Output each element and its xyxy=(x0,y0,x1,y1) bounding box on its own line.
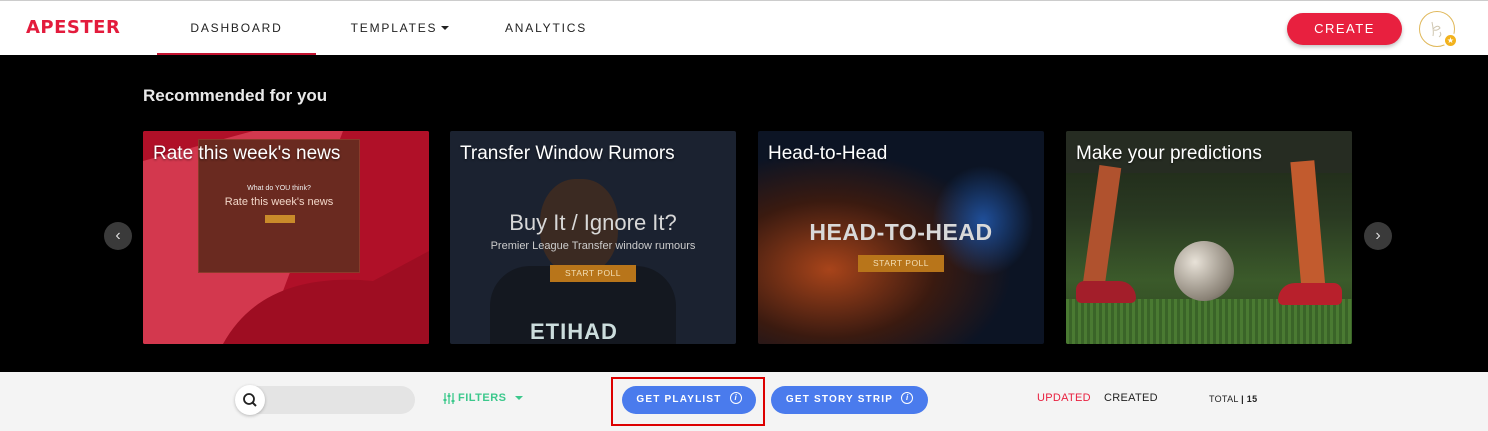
chevron-down-icon xyxy=(441,25,450,30)
nav-dashboard-label: DASHBOARD xyxy=(190,21,283,35)
start-poll-button: START POLL xyxy=(550,265,636,282)
nav-templates-label: TEMPLATES xyxy=(350,21,438,35)
nav-analytics[interactable]: ANALYTICS xyxy=(490,1,602,56)
total-label: TOTAL xyxy=(1209,394,1239,404)
boot-left xyxy=(1076,281,1136,303)
sort-updated-tab[interactable]: UPDATED xyxy=(1037,392,1091,404)
info-icon: i xyxy=(901,392,914,405)
recommended-title: Recommended for you xyxy=(143,86,328,105)
preview-question: What do YOU think? xyxy=(247,185,311,192)
search-icon[interactable] xyxy=(235,385,265,415)
highlight-box xyxy=(611,377,765,426)
card-title: Head-to-Head xyxy=(768,143,888,164)
card-title: Rate this week's news xyxy=(153,143,341,164)
sliders-icon xyxy=(443,392,455,404)
total-value: 15 xyxy=(1246,394,1258,404)
recommended-card-head-to-head[interactable]: HEAD-TO-HEAD START POLL Head-to-Head xyxy=(758,131,1044,344)
start-poll-button: START POLL xyxy=(858,255,944,272)
preview-title: Buy It / Ignore It? xyxy=(509,210,677,235)
football-image xyxy=(1174,241,1234,301)
carousel-prev-button[interactable]: ‹ xyxy=(104,222,132,250)
nav-analytics-label: ANALYTICS xyxy=(505,21,587,35)
get-story-strip-label: GET STORY STRIP xyxy=(785,394,894,405)
recommended-section: Recommended for you ‹ › What do YOU thin… xyxy=(0,55,1488,372)
nav-templates[interactable]: TEMPLATES xyxy=(340,1,460,56)
total-count: TOTAL | 15 xyxy=(1209,394,1258,404)
sort-created-tab[interactable]: CREATED xyxy=(1104,392,1158,404)
star-icon: ★ xyxy=(1443,33,1458,48)
recommended-card-predictions[interactable]: Make your predictions xyxy=(1066,131,1352,344)
preview-subtitle: Premier League Transfer window rumours xyxy=(490,240,696,252)
shirt-sponsor-text: ETIHAD xyxy=(530,319,618,344)
apester-logo[interactable]: APESTER xyxy=(26,17,120,38)
preview-button xyxy=(265,215,295,223)
card-title: Make your predictions xyxy=(1076,143,1262,164)
player-leg-left xyxy=(1082,165,1122,287)
chevron-down-icon xyxy=(514,396,523,401)
get-story-strip-button[interactable]: GET STORY STRIP i xyxy=(771,386,928,414)
carousel-next-button[interactable]: › xyxy=(1364,222,1392,250)
top-nav: APESTER DASHBOARD TEMPLATES ANALYTICS CR… xyxy=(0,0,1488,56)
card-title: Transfer Window Rumors xyxy=(460,143,675,164)
preview-title: Rate this week's news xyxy=(224,196,334,208)
filters-label: FILTERS xyxy=(458,392,507,404)
player-leg-right xyxy=(1290,160,1326,292)
preview-title: HEAD-TO-HEAD xyxy=(809,219,993,245)
recommended-card-rate-news[interactable]: What do YOU think? Rate this week's news… xyxy=(143,131,429,344)
boot-right xyxy=(1278,283,1342,305)
pitch-grass xyxy=(1066,299,1352,344)
create-button[interactable]: CREATE xyxy=(1287,13,1402,45)
recommended-card-transfer-rumors[interactable]: ETIHAD Buy It / Ignore It? Premier Leagu… xyxy=(450,131,736,344)
filters-button[interactable]: FILTERS xyxy=(443,392,523,404)
nav-dashboard[interactable]: DASHBOARD xyxy=(157,1,316,56)
